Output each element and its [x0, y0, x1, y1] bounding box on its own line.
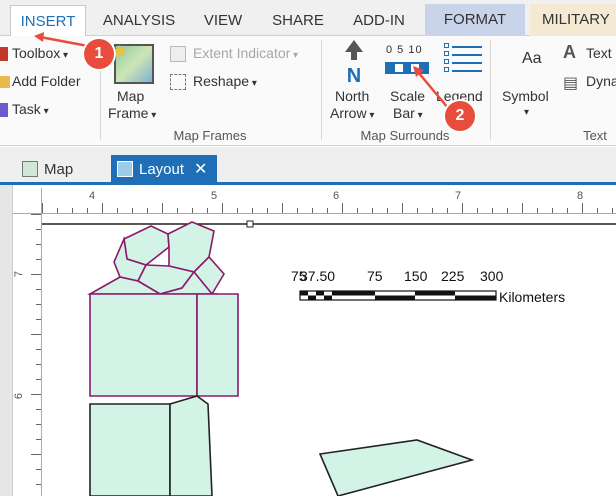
callout-1: 1	[84, 39, 114, 69]
ruler-tick	[402, 203, 403, 213]
ruler-tick	[507, 208, 508, 213]
ruler-tick	[31, 454, 41, 455]
ruler-tick	[447, 208, 448, 213]
ruler-tick	[36, 424, 41, 425]
ruler-tick	[117, 208, 118, 213]
ruler-tick	[31, 274, 41, 275]
ruler-label: 6	[13, 392, 26, 400]
ruler-tick	[477, 208, 478, 213]
ruler-tick	[297, 208, 298, 213]
map-polygon	[169, 395, 213, 496]
ruler-tick	[237, 208, 238, 213]
ruler-tick	[147, 208, 148, 213]
ruler-tick	[36, 319, 41, 320]
ruler-tick	[36, 304, 41, 305]
ruler-tick	[132, 208, 133, 213]
ruler-corner	[13, 188, 42, 214]
close-icon[interactable]: ✕	[194, 161, 207, 178]
map-icon	[22, 161, 38, 177]
ruler-tick	[432, 208, 433, 213]
ruler-tick	[222, 203, 223, 213]
ruler-tick	[597, 208, 598, 213]
scale-bar-label: 37.50	[300, 268, 336, 284]
ruler-label: 7	[455, 190, 462, 202]
ruler-tick	[492, 208, 493, 213]
ruler-label: 5	[211, 190, 218, 202]
callout-2: 2	[445, 101, 475, 131]
ruler-tick	[582, 203, 583, 213]
ruler-tick	[72, 208, 73, 213]
ruler-tick	[36, 379, 41, 380]
map-polygon	[196, 293, 239, 397]
ruler-tick	[36, 259, 41, 260]
selection-handle	[246, 220, 254, 228]
layout-canvas[interactable]: 4 5 6 7 8 7 6 75 37.50 75 150 225 300 Ki…	[13, 188, 616, 496]
ruler-tick	[42, 203, 43, 213]
ruler-tick	[36, 349, 41, 350]
scale-bar-label: 75	[367, 268, 383, 284]
vertical-ruler: 7 6	[13, 214, 42, 496]
layout-page[interactable]: 75 37.50 75 150 225 300 Kilometers	[42, 214, 616, 496]
horizontal-ruler: 4 5 6 7 8	[42, 188, 616, 214]
ruler-tick	[87, 208, 88, 213]
tab-layout-label: Layout	[139, 161, 185, 178]
tab-map-view[interactable]: Map	[22, 155, 102, 185]
ruler-tick	[102, 203, 103, 213]
document-tab-bar: Map Layout ✕	[0, 147, 616, 185]
ruler-tick	[177, 208, 178, 213]
ruler-label: 7	[13, 270, 26, 278]
ruler-label: 6	[333, 190, 340, 202]
map-frame[interactable]	[42, 214, 616, 496]
ruler-tick	[357, 208, 358, 213]
ruler-tick	[162, 203, 163, 213]
ruler-tick	[252, 208, 253, 213]
tab-map-label: Map	[44, 161, 74, 178]
ruler-tick	[462, 203, 463, 213]
ruler-tick	[522, 203, 523, 213]
ruler-tick	[36, 229, 41, 230]
layout-icon	[117, 161, 133, 177]
ruler-tick	[612, 208, 613, 213]
ruler-tick	[192, 208, 193, 213]
ruler-tick	[36, 364, 41, 365]
ruler-tick	[31, 394, 41, 395]
scale-bar-label: 300	[480, 268, 504, 284]
left-dock-strip[interactable]	[0, 185, 13, 496]
ruler-tick	[417, 208, 418, 213]
scale-bar-label: 225	[441, 268, 465, 284]
map-polygon	[89, 293, 198, 397]
scale-bar-label: 150	[404, 268, 428, 284]
ruler-tick	[312, 208, 313, 213]
ruler-tick	[31, 214, 41, 215]
ruler-tick	[537, 208, 538, 213]
map-polygon	[318, 439, 475, 496]
ruler-tick	[36, 244, 41, 245]
scale-bar-unit: Kilometers	[499, 289, 566, 305]
scale-bar-graphic	[299, 290, 497, 301]
ruler-tick	[31, 334, 41, 335]
ruler-tick	[207, 208, 208, 213]
ruler-tick	[36, 484, 41, 485]
ruler-tick	[282, 203, 283, 213]
ruler-tick	[387, 208, 388, 213]
ruler-tick	[36, 439, 41, 440]
map-polygon	[123, 225, 170, 266]
ruler-tick	[36, 409, 41, 410]
ruler-tick	[327, 208, 328, 213]
ruler-tick	[342, 203, 343, 213]
ruler-tick	[372, 208, 373, 213]
map-polygon	[89, 403, 171, 496]
ruler-tick	[57, 208, 58, 213]
ruler-tick	[552, 208, 553, 213]
ruler-tick	[36, 469, 41, 470]
ruler-tick	[267, 208, 268, 213]
ruler-tick	[36, 289, 41, 290]
ruler-label: 8	[577, 190, 584, 202]
ruler-label: 4	[89, 190, 96, 202]
ruler-tick	[567, 208, 568, 213]
tab-layout-view[interactable]: Layout ✕	[111, 155, 217, 185]
